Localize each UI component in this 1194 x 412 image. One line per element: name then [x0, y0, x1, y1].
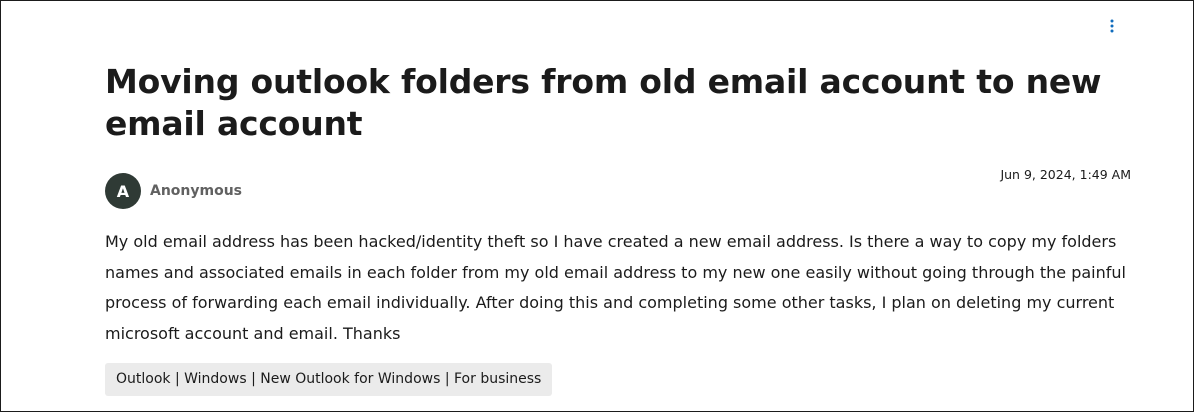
post-timestamp: Jun 9, 2024, 1:49 AM [1000, 167, 1131, 182]
question-title: Moving outlook folders from old email ac… [105, 62, 1102, 143]
topic-tags[interactable]: Outlook | Windows | New Outlook for Wind… [105, 363, 553, 396]
more-options-button[interactable] [1103, 17, 1121, 35]
author-row: A Anonymous Jun 9, 2024, 1:49 AM [105, 167, 1131, 209]
more-vertical-icon [1110, 19, 1114, 33]
avatar[interactable]: A [105, 173, 141, 209]
question-card: Moving outlook folders from old email ac… [0, 0, 1194, 412]
question-content: Moving outlook folders from old email ac… [105, 61, 1131, 396]
author-name[interactable]: Anonymous [150, 183, 242, 199]
question-body: My old email address has been hacked/ide… [105, 232, 1126, 343]
